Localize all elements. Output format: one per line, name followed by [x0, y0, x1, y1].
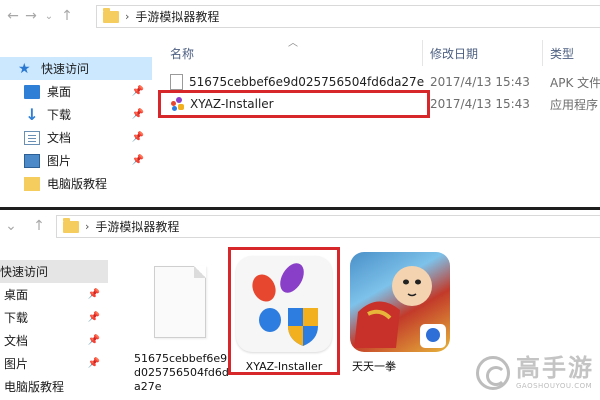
- column-header-name[interactable]: 名称: [170, 40, 194, 66]
- top-explorer-window: ← → ⌄ ↑ › 手游模拟器教程 ★ 快速访问 桌面 📌 ↓ 下载 📌 文档 …: [0, 0, 600, 207]
- watermark: 高手游 GAOSHOUYOU.COM: [476, 356, 594, 390]
- breadcrumb-path[interactable]: 手游模拟器教程: [135, 8, 219, 25]
- nav-item-label: 文档: [47, 131, 72, 145]
- nav-item-documents[interactable]: 文档 📌: [0, 329, 108, 352]
- pin-icon[interactable]: 📌: [132, 86, 144, 97]
- pictures-icon: [24, 153, 40, 168]
- nav-item-quick-access[interactable]: 快速访问: [0, 260, 108, 283]
- pin-icon[interactable]: 📌: [88, 289, 100, 300]
- nav-item-documents[interactable]: 文档 📌: [0, 126, 152, 149]
- highlight-box: [228, 247, 340, 375]
- bottom-explorer-window: ⌄ ↑ › 手游模拟器教程 快速访问 桌面 📌 下载 📌 文档 📌 图片 📌 电…: [0, 207, 600, 400]
- file-type: APK 文件: [550, 75, 600, 90]
- file-type: 应用程序: [550, 97, 599, 112]
- column-header-type[interactable]: 类型: [550, 40, 574, 66]
- up-arrow-icon[interactable]: ↑: [30, 215, 48, 237]
- nav-item-label: 图片: [47, 154, 72, 168]
- nav-item-label: 电脑版教程: [4, 380, 65, 394]
- star-icon: ★: [18, 60, 31, 77]
- breadcrumb-separator-icon: ›: [125, 10, 130, 23]
- pin-icon[interactable]: 📌: [132, 109, 144, 120]
- pin-icon[interactable]: 📌: [88, 335, 100, 346]
- pin-icon[interactable]: 📌: [132, 132, 144, 143]
- file-date: 2017/4/13 15:43: [430, 97, 530, 111]
- file-tile[interactable]: 天天一拳: [350, 252, 450, 374]
- nav-item-pictures[interactable]: 图片 📌: [0, 149, 152, 172]
- document-icon: [24, 130, 40, 145]
- pin-icon[interactable]: 📌: [132, 155, 144, 166]
- nav-item-quick-access[interactable]: ★ 快速访问: [0, 57, 152, 80]
- nav-item-label: 文档: [4, 334, 29, 348]
- column-sort-chevron-icon[interactable]: ︿: [288, 34, 298, 49]
- column-divider[interactable]: [422, 40, 423, 66]
- file-tile-caption: 天天一拳: [352, 360, 396, 373]
- nav-item-desktop[interactable]: 桌面 📌: [0, 80, 152, 103]
- pin-icon[interactable]: 📌: [88, 358, 100, 369]
- game-art-icon: [354, 266, 446, 348]
- folder-icon: [63, 217, 79, 233]
- recent-locations-chevron-icon[interactable]: ⌄: [40, 5, 58, 27]
- bottom-navigation-pane: 快速访问 桌面 📌 下载 📌 文档 📌 图片 📌 电脑版教程: [0, 260, 108, 398]
- pin-icon[interactable]: 📌: [88, 312, 100, 323]
- top-navigation-bar: ← → ⌄ ↑ › 手游模拟器教程: [0, 0, 600, 32]
- nav-item-label: 下载: [47, 108, 72, 122]
- watermark-logo-icon: [476, 356, 510, 390]
- nav-item-pc-tutorials[interactable]: 电脑版教程: [0, 375, 108, 398]
- nav-item-label: 图片: [4, 357, 29, 371]
- address-bar[interactable]: › 手游模拟器教程: [56, 215, 600, 238]
- breadcrumb-path[interactable]: 手游模拟器教程: [95, 218, 179, 235]
- nav-item-pc-tutorials[interactable]: 电脑版教程: [0, 172, 152, 195]
- desktop-icon: [24, 84, 40, 99]
- file-tile-caption: 51675cebbef6e9d025756504fd6da27e: [134, 352, 229, 393]
- nav-item-pictures[interactable]: 图片 📌: [0, 352, 108, 375]
- folder-icon: [103, 7, 119, 23]
- nav-item-downloads[interactable]: ↓ 下载 📌: [0, 103, 152, 126]
- top-navigation-pane: ★ 快速访问 桌面 📌 ↓ 下载 📌 文档 📌 图片 📌 电脑版教程: [0, 57, 152, 195]
- nav-item-downloads[interactable]: 下载 📌: [0, 306, 108, 329]
- watermark-url: GAOSHOUYOU.COM: [516, 382, 593, 390]
- nav-item-label: 桌面: [4, 288, 29, 302]
- nav-item-label: 桌面: [47, 85, 72, 99]
- highlight-box: [158, 90, 430, 118]
- column-divider[interactable]: [542, 40, 543, 66]
- recent-locations-chevron-icon[interactable]: ⌄: [2, 215, 20, 237]
- file-row[interactable]: 51675cebbef6e9d025756504fd6da27e 2017/4/…: [170, 72, 600, 92]
- nav-item-desktop[interactable]: 桌面 📌: [0, 283, 108, 306]
- nav-item-label: 下载: [4, 311, 29, 325]
- watermark-name: 高手游: [516, 354, 594, 382]
- column-header-date[interactable]: 修改日期: [430, 40, 478, 66]
- file-icon: [170, 74, 183, 90]
- file-date: 2017/4/13 15:43: [430, 75, 530, 89]
- download-icon: ↓: [25, 104, 39, 124]
- forward-arrow-icon[interactable]: →: [22, 5, 40, 27]
- address-bar[interactable]: › 手游模拟器教程: [96, 5, 600, 28]
- blank-file-icon: [154, 266, 206, 338]
- nav-item-label: 快速访问: [41, 62, 90, 76]
- nav-item-label: 快速访问: [0, 265, 49, 279]
- file-name: 51675cebbef6e9d025756504fd6da27e: [189, 75, 425, 89]
- file-tile[interactable]: 51675cebbef6e9d025756504fd6da27e: [130, 250, 230, 394]
- game-app-icon: [350, 252, 450, 352]
- up-arrow-icon[interactable]: ↑: [58, 5, 76, 27]
- bottom-navigation-bar: ⌄ ↑ › 手游模拟器教程: [0, 210, 600, 242]
- breadcrumb-separator-icon: ›: [85, 220, 90, 233]
- back-arrow-icon[interactable]: ←: [4, 5, 22, 27]
- nav-item-label: 电脑版教程: [47, 177, 108, 191]
- folder-icon: [24, 176, 40, 191]
